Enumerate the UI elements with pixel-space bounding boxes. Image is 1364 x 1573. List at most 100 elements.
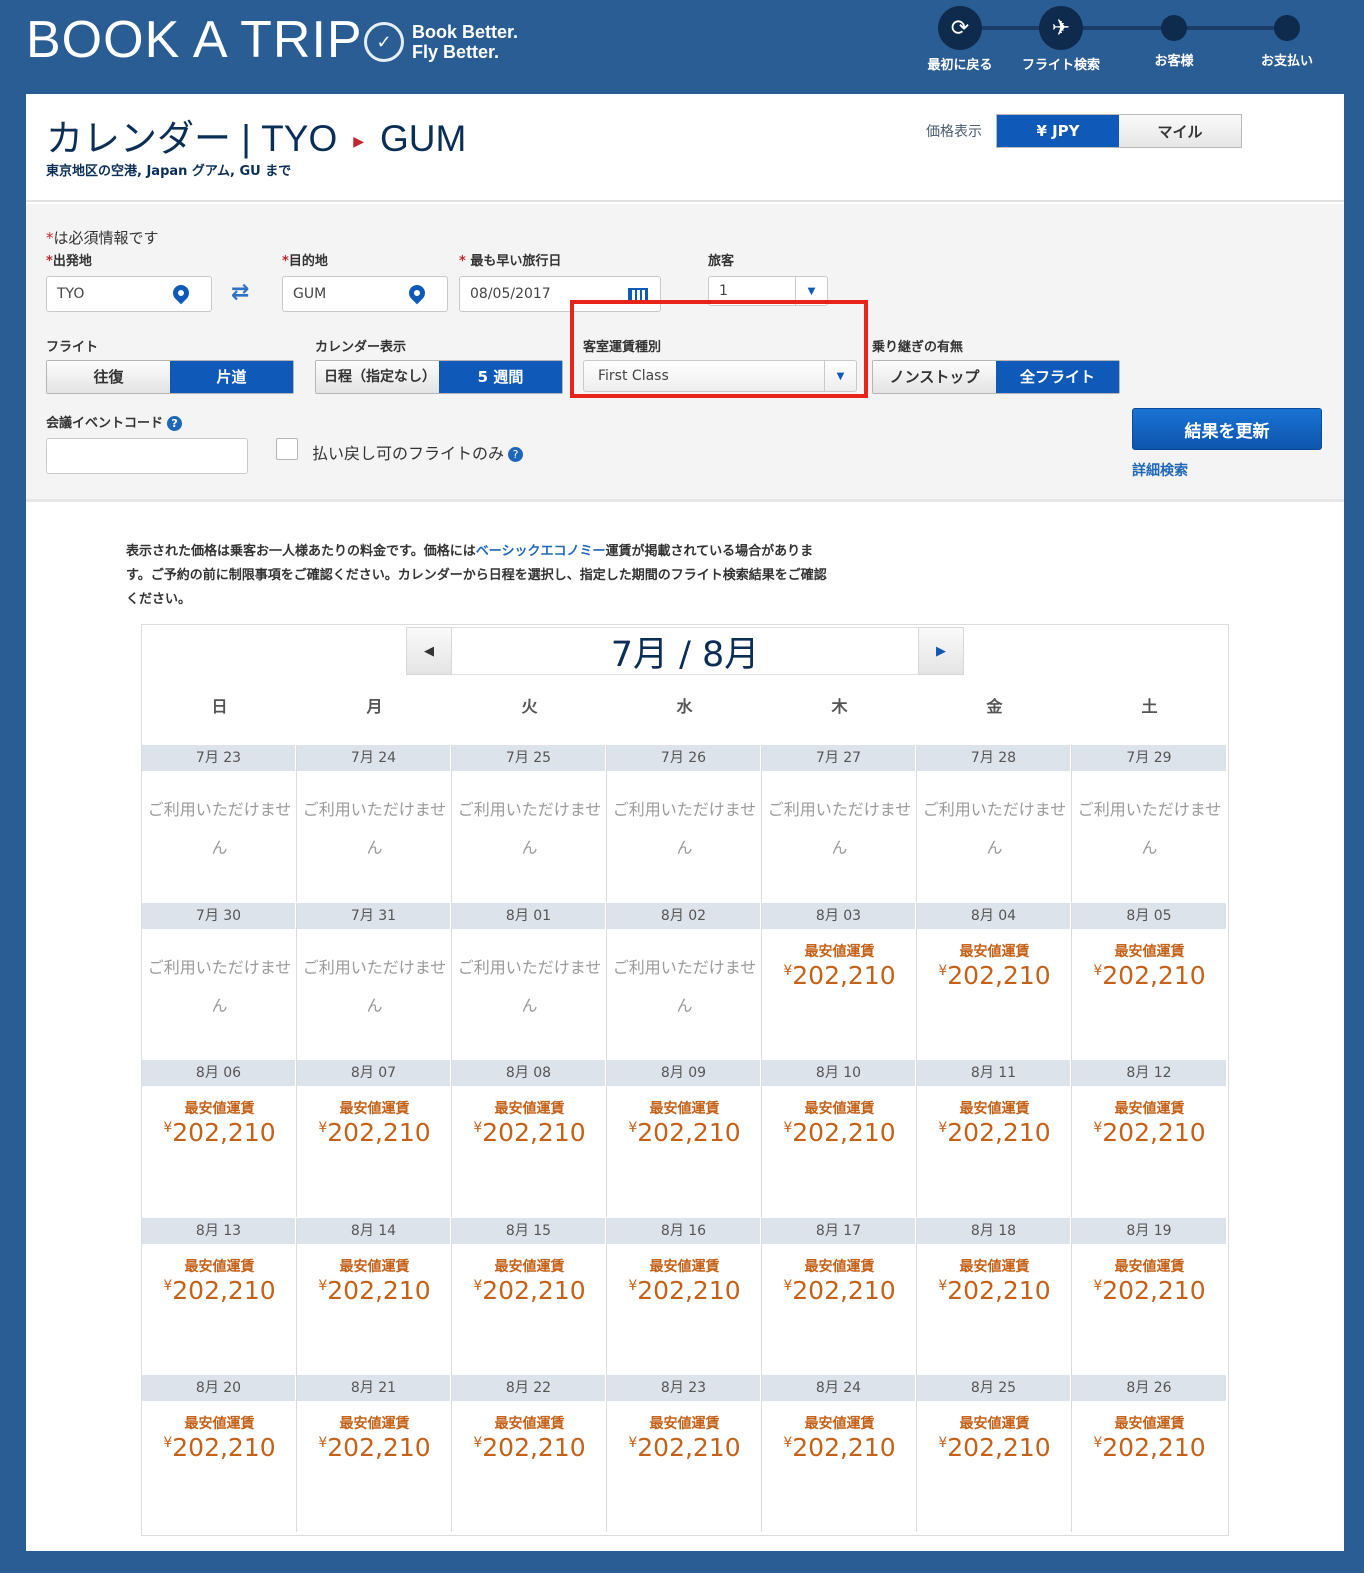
calendar-day[interactable]: 8月 26 最安値運賃 ¥202,210 (1072, 1375, 1227, 1532)
advanced-search-link[interactable]: 詳細検索 (1132, 460, 1188, 480)
update-results-button[interactable]: 結果を更新 (1132, 408, 1322, 450)
date-label: * 最も早い旅行日 (459, 254, 562, 269)
chevron-right-icon: ▶ (936, 643, 946, 659)
unavailable-line1: ご利用いただけませ (147, 957, 292, 977)
fare-price[interactable]: ¥202,210 (607, 1276, 762, 1305)
calendar-day[interactable]: 8月 11 最安値運賃 ¥202,210 (917, 1060, 1072, 1217)
fare-amount: 202,210 (482, 1433, 586, 1462)
page-title: カレンダー | TYO ▶ GUM (46, 118, 467, 159)
calendar-day[interactable]: 8月 19 最安値運賃 ¥202,210 (1072, 1217, 1227, 1375)
destination-input[interactable]: GUM (282, 276, 448, 312)
required-note: *は必須情報です (46, 229, 159, 247)
lowest-fare-label: 最安値運賃 (494, 1258, 565, 1275)
fare-price[interactable]: ¥202,210 (917, 1276, 1072, 1305)
calendar-day[interactable]: 8月 10 最安値運賃 ¥202,210 (762, 1060, 917, 1217)
fare-price[interactable]: ¥202,210 (142, 1433, 297, 1462)
calendar-day[interactable]: 8月 09 最安値運賃 ¥202,210 (607, 1060, 762, 1217)
refundable-checkbox[interactable] (276, 438, 298, 460)
price-yen-option[interactable]: ¥ JPY (997, 115, 1119, 147)
swap-icon[interactable]: ⇄ (231, 280, 249, 305)
fare-price[interactable]: ¥202,210 (452, 1118, 607, 1147)
lowest-fare-label: 最安値運賃 (804, 1101, 875, 1117)
unavailable-line1: ご利用いただけませ (302, 800, 447, 819)
help-icon[interactable]: ? (508, 447, 524, 462)
fare-price[interactable]: ¥202,210 (762, 1433, 917, 1462)
currency-symbol: ¥ (938, 1277, 948, 1294)
event-code-input[interactable] (46, 438, 248, 474)
price-miles-option[interactable]: マイル (1119, 115, 1241, 147)
fare-price[interactable]: ¥202,210 (1072, 1276, 1227, 1305)
calendar-day: 8月 02 ご利用いただけません (607, 902, 762, 1060)
day-date: 8月 13 (142, 1217, 296, 1244)
day-date: 7月 30 (142, 902, 296, 929)
calendar-day[interactable]: 8月 23 最安値運賃 ¥202,210 (607, 1375, 762, 1532)
five-weeks-option[interactable]: 5 週間 (439, 361, 562, 393)
calendar-view-label: カレンダー表示 (315, 340, 407, 355)
currency-symbol: ¥ (938, 1435, 948, 1451)
calendar-day[interactable]: 8月 15 最安値運賃 ¥202,210 (452, 1217, 607, 1375)
calendar-day[interactable]: 8月 06 最安値運賃 ¥202,210 (142, 1060, 297, 1217)
fare-price[interactable]: ¥202,210 (452, 1276, 607, 1305)
unavailable-text: ご利用いただけません (297, 791, 452, 867)
calendar-day[interactable]: 8月 20 最安値運賃 ¥202,210 (142, 1375, 297, 1532)
lowest-fare-label: 最安値運賃 (649, 1416, 720, 1432)
fare-price[interactable]: ¥202,210 (762, 1276, 917, 1305)
fare-price[interactable]: ¥202,210 (607, 1433, 762, 1462)
round-trip-option[interactable]: 往復 (47, 361, 170, 393)
calendar-day[interactable]: 8月 18 最安値運賃 ¥202,210 (917, 1217, 1072, 1375)
fare-price[interactable]: ¥202,210 (762, 1118, 917, 1147)
basic-economy-link[interactable]: ベーシックエコノミー (476, 544, 606, 559)
calendar-day[interactable]: 8月 14 最安値運賃 ¥202,210 (297, 1217, 452, 1375)
fare-price[interactable]: ¥202,210 (452, 1433, 607, 1462)
calendar-day[interactable]: 8月 25 最安値運賃 ¥202,210 (917, 1375, 1072, 1532)
calendar-day[interactable]: 8月 13 最安値運賃 ¥202,210 (142, 1217, 297, 1375)
origin-input[interactable]: TYO (46, 276, 212, 312)
previous-month-button[interactable]: ◀ (406, 627, 452, 675)
fare-price[interactable]: ¥202,210 (917, 961, 1072, 990)
fare-price[interactable]: ¥202,210 (917, 1118, 1072, 1147)
calendar-day[interactable]: 8月 16 最安値運賃 ¥202,210 (607, 1217, 762, 1375)
day-date: 7月 28 (917, 745, 1071, 771)
fare-price[interactable]: ¥202,210 (1072, 1118, 1227, 1147)
calendar-day[interactable]: 8月 22 最安値運賃 ¥202,210 (452, 1375, 607, 1532)
fare-price[interactable]: ¥202,210 (297, 1276, 452, 1305)
weekday-label: 金 (986, 697, 1003, 716)
calendar-day[interactable]: 8月 12 最安値運賃 ¥202,210 (1072, 1060, 1227, 1217)
help-icon[interactable]: ? (167, 416, 183, 431)
next-month-button[interactable]: ▶ (918, 627, 964, 675)
fare-amount: 202,210 (637, 1275, 741, 1305)
calendar-day[interactable]: 8月 07 最安値運賃 ¥202,210 (297, 1060, 452, 1217)
fare-price[interactable]: ¥202,210 (297, 1433, 452, 1462)
step-start-over[interactable]: ⟳ 最初に戻る (905, 6, 1015, 73)
one-way-option[interactable]: 片道 (170, 361, 293, 393)
fare-amount: 202,210 (327, 1433, 431, 1462)
calendar-day[interactable]: 8月 21 最安値運賃 ¥202,210 (297, 1375, 452, 1532)
exact-dates-option[interactable]: 日程（指定なし） (316, 361, 439, 393)
day-date: 8月 23 (607, 1375, 761, 1401)
fare-price[interactable]: ¥202,210 (297, 1118, 452, 1147)
day-date: 8月 26 (1072, 1375, 1227, 1401)
fare-price[interactable]: ¥202,210 (607, 1118, 762, 1147)
all-flights-option[interactable]: 全フライト (996, 361, 1119, 393)
lowest-fare-label: 最安値運賃 (339, 1101, 410, 1117)
calendar-day[interactable]: 8月 17 最安値運賃 ¥202,210 (762, 1217, 917, 1375)
unavailable-text: ご利用いただけません (297, 949, 452, 1025)
calendar-day[interactable]: 8月 03 最安値運賃 ¥202,210 (762, 902, 917, 1060)
weekday-header: 日月火水木金土 (142, 687, 1228, 727)
unavailable-line2: ん (366, 995, 383, 1015)
fare-price[interactable]: ¥202,210 (1072, 961, 1227, 990)
fare-price[interactable]: ¥202,210 (142, 1276, 297, 1305)
currency-symbol: ¥ (628, 1120, 638, 1136)
calendar-day[interactable]: 8月 24 最安値運賃 ¥202,210 (762, 1375, 917, 1532)
day-date: 8月 18 (917, 1217, 1071, 1244)
unavailable-line2: ん (986, 838, 1003, 857)
calendar-day[interactable]: 8月 08 最安値運賃 ¥202,210 (452, 1060, 607, 1217)
nonstop-option[interactable]: ノンストップ (873, 361, 996, 393)
fare-price[interactable]: ¥202,210 (917, 1433, 1072, 1462)
fare-amount: 202,210 (327, 1275, 431, 1305)
calendar-day[interactable]: 8月 04 最安値運賃 ¥202,210 (917, 902, 1072, 1060)
fare-price[interactable]: ¥202,210 (762, 961, 917, 990)
fare-price[interactable]: ¥202,210 (142, 1118, 297, 1147)
calendar-day[interactable]: 8月 05 最安値運賃 ¥202,210 (1072, 902, 1227, 1060)
fare-price[interactable]: ¥202,210 (1072, 1433, 1227, 1462)
